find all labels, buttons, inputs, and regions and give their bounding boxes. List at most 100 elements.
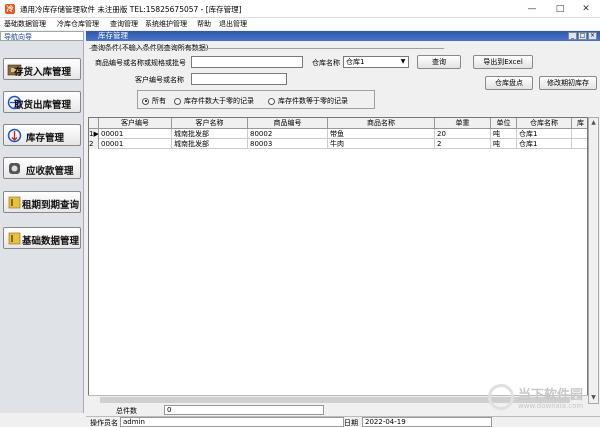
table-cell[interactable]: 仓库1 xyxy=(517,139,572,149)
nav-stock-in-button[interactable]: 存货入库管理 xyxy=(3,58,81,80)
total-count-value: 0 xyxy=(164,405,324,415)
menu-system[interactable]: 系统维护管理 xyxy=(145,19,187,29)
lease-query-icon xyxy=(8,196,21,209)
window-title: 通用冷库存储管理软件 未注册版 TEL:15825675057 - [库存管理] xyxy=(20,5,242,14)
table-cell[interactable] xyxy=(572,139,587,149)
radio-dot-icon xyxy=(174,97,181,105)
nav-receivable-button[interactable]: 应收款管理 xyxy=(3,157,81,179)
nav-stock-out-button[interactable]: 取货出库管理 xyxy=(3,91,81,113)
date-label: 日期 xyxy=(344,419,358,427)
operator-value: admin xyxy=(120,417,344,427)
column-header[interactable]: 仓库名称 xyxy=(517,118,572,129)
product-input[interactable] xyxy=(191,56,303,68)
radio-zero[interactable]: 库存件数等于零的记录 xyxy=(268,96,348,106)
warehouse-count-button[interactable]: 仓库盘点 xyxy=(485,76,533,90)
date-value: 2022-04-19 xyxy=(362,417,492,427)
grid-corner xyxy=(89,118,99,129)
menu-base-data[interactable]: 基础数据管理 xyxy=(4,19,46,29)
table-cell[interactable]: 吨 xyxy=(491,129,517,139)
radio-all[interactable]: 所有 xyxy=(142,96,166,106)
title-bar: 冷 通用冷库存储管理软件 未注册版 TEL:15825675057 - [库存管… xyxy=(0,0,600,18)
app-icon: 冷 xyxy=(5,4,15,14)
maximize-button[interactable]: □ xyxy=(546,0,574,18)
filter-radio-group: 所有 库存件数大于零的记录 库存件数等于零的记录 xyxy=(137,90,375,109)
base-data-icon xyxy=(8,232,21,245)
radio-label: 所有 xyxy=(152,97,166,105)
customer-label: 客户编号或名称 xyxy=(135,76,184,84)
chevron-down-icon: ▼ xyxy=(400,58,406,65)
close-button[interactable]: ✕ xyxy=(572,0,600,18)
operator-label: 操作员名 xyxy=(90,419,118,427)
table-cell[interactable]: 牛肉 xyxy=(328,139,435,149)
mdi-restore-button[interactable]: □ xyxy=(578,32,587,40)
nav-item-label: 租期到期查询 xyxy=(22,200,80,211)
total-count-label: 总件数 xyxy=(116,407,137,415)
nav-item-label: 取货出库管理 xyxy=(14,100,72,111)
table-cell[interactable]: 城南批发部 xyxy=(172,129,248,139)
watermark-name: 当下软件园 xyxy=(518,388,584,403)
table-cell[interactable]: 80003 xyxy=(248,139,328,149)
column-header[interactable]: 库 xyxy=(572,118,587,129)
nav-lease-query-button[interactable]: 租期到期查询 xyxy=(3,191,81,213)
modify-initial-stock-button[interactable]: 修改期初库存 xyxy=(539,76,597,90)
group-divider xyxy=(89,48,444,49)
warehouse-select-value: 仓库1 xyxy=(346,58,365,66)
nav-inventory-button[interactable]: 库存管理 xyxy=(3,124,81,146)
nav-panel: 存货入库管理 取货出库管理 库存管理 应收款管理 租期到期查询 基础数据管理 xyxy=(0,41,84,413)
table-cell[interactable] xyxy=(572,129,587,139)
column-header[interactable]: 客户名称 xyxy=(172,118,248,129)
radio-dot-icon xyxy=(142,97,149,105)
mdi-minimize-button[interactable]: _ xyxy=(568,32,577,40)
grid-header: 客户编号 客户名称 商品编号 商品名称 单重 单位 仓库名称 库 xyxy=(89,118,587,129)
column-header[interactable]: 客户编号 xyxy=(99,118,172,129)
row-indicator: 2 xyxy=(89,139,99,149)
menu-warehouse[interactable]: 冷库仓库管理 xyxy=(57,19,99,29)
table-cell[interactable]: 80002 xyxy=(248,129,328,139)
table-row[interactable]: 2 00001 城南批发部 80003 牛肉 2 吨 仓库1 xyxy=(89,139,587,149)
warehouse-label: 仓库名称 xyxy=(312,59,340,67)
mdi-close-button[interactable]: × xyxy=(588,32,597,40)
menu-query[interactable]: 查询管理 xyxy=(110,19,138,29)
scroll-up-icon[interactable]: ▲ xyxy=(589,118,598,128)
table-cell[interactable]: 00001 xyxy=(99,129,172,139)
watermark-logo-icon xyxy=(488,384,514,410)
table-cell[interactable]: 20 xyxy=(435,129,491,139)
menu-bar: 基础数据管理 冷库仓库管理 查询管理 系统维护管理 帮助 退出管理 xyxy=(0,18,600,30)
watermark-url: www.downxia.com xyxy=(518,402,584,410)
nav-header: 导航向导 xyxy=(0,31,84,41)
vertical-scrollbar[interactable]: ▲ ▼ xyxy=(588,117,599,404)
radio-positive[interactable]: 库存件数大于零的记录 xyxy=(174,96,254,106)
query-form: 查询条件(不输入条件则查询所有数据) 商品编号或名称或规格或批号 仓库名称 仓库… xyxy=(87,41,600,116)
column-header[interactable]: 单位 xyxy=(491,118,517,129)
column-header[interactable]: 单重 xyxy=(435,118,491,129)
column-header[interactable]: 商品名称 xyxy=(328,118,435,129)
table-row[interactable]: 1▶ 00001 城南批发部 80002 带鱼 20 吨 仓库1 xyxy=(89,129,587,139)
mdi-title-bar: 库存管理 _ □ × xyxy=(86,31,600,41)
radio-label: 库存件数等于零的记录 xyxy=(278,97,348,105)
inventory-grid[interactable]: 客户编号 客户名称 商品编号 商品名称 单重 单位 仓库名称 库 1▶ 0000… xyxy=(88,117,588,404)
table-cell[interactable]: 带鱼 xyxy=(328,129,435,139)
table-cell[interactable]: 2 xyxy=(435,139,491,149)
query-button[interactable]: 查询 xyxy=(417,55,461,69)
menu-exit[interactable]: 退出管理 xyxy=(219,19,247,29)
menu-help[interactable]: 帮助 xyxy=(197,19,211,29)
table-cell[interactable]: 00001 xyxy=(99,139,172,149)
column-header[interactable]: 商品编号 xyxy=(248,118,328,129)
radio-label: 库存件数大于零的记录 xyxy=(184,97,254,105)
customer-input[interactable] xyxy=(191,73,287,85)
row-indicator: 1▶ xyxy=(89,129,99,139)
receivable-icon xyxy=(9,163,20,174)
export-excel-button[interactable]: 导出到Excel xyxy=(473,55,533,69)
nav-item-label: 存货入库管理 xyxy=(14,67,72,78)
table-cell[interactable]: 城南批发部 xyxy=(172,139,248,149)
nav-base-data-button[interactable]: 基础数据管理 xyxy=(3,227,81,249)
watermark: 当下软件园 www.downxia.com xyxy=(488,380,598,420)
mdi-title: 库存管理 xyxy=(98,31,128,40)
product-label: 商品编号或名称或规格或批号 xyxy=(95,59,186,67)
nav-item-label: 应收款管理 xyxy=(26,166,74,177)
minimize-button[interactable]: — xyxy=(518,0,546,18)
row-number: 1 xyxy=(89,130,94,138)
table-cell[interactable]: 仓库1 xyxy=(517,129,572,139)
table-cell[interactable]: 吨 xyxy=(491,139,517,149)
warehouse-select[interactable]: 仓库1 ▼ xyxy=(343,56,409,68)
